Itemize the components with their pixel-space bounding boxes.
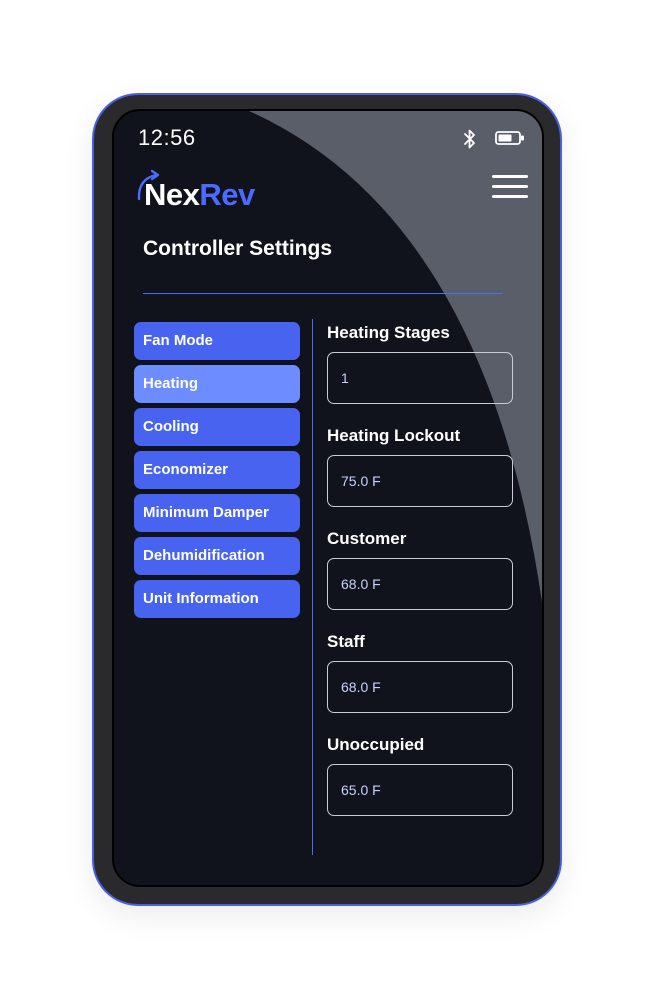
phone-frame: 12:56 NexRev Controller Settings Fan Mod… [92, 93, 562, 906]
brand-wordmark: NexRev [144, 177, 255, 213]
sidebar-item-heating[interactable]: Heating [134, 365, 300, 403]
staff-field[interactable]: 68.0 F [327, 661, 513, 713]
brand-name-part2: Rev [199, 177, 255, 212]
sidebar-item-dehumidification[interactable]: Dehumidification [134, 537, 300, 575]
heating-stages-field[interactable]: 1 [327, 352, 513, 404]
sidebar-item-cooling[interactable]: Cooling [134, 408, 300, 446]
sidebar-item-unit-information[interactable]: Unit Information [134, 580, 300, 618]
bluetooth-icon [464, 129, 475, 149]
battery-icon [495, 131, 524, 145]
settings-sidebar: Fan Mode Heating Cooling Economizer Mini… [134, 322, 300, 623]
heating-settings-form: Heating Stages 1 Heating Lockout 75.0 F … [327, 321, 517, 836]
staff-label: Staff [327, 632, 365, 651]
unoccupied-field[interactable]: 65.0 F [327, 764, 513, 816]
unoccupied-label: Unoccupied [327, 735, 425, 754]
sidebar-item-fan-mode[interactable]: Fan Mode [134, 322, 300, 360]
phone-screen: 12:56 NexRev Controller Settings Fan Mod… [112, 109, 544, 887]
hamburger-menu-icon[interactable] [490, 173, 530, 201]
status-time: 12:56 [138, 125, 196, 150]
heating-lockout-label: Heating Lockout [327, 426, 461, 445]
brand-logo: NexRev [134, 167, 274, 217]
brand-name-part1: Nex [144, 177, 200, 212]
sidebar-item-economizer[interactable]: Economizer [134, 451, 300, 489]
page-title: Controller Settings [143, 237, 333, 260]
sidebar-item-minimum-damper[interactable]: Minimum Damper [134, 494, 300, 532]
heating-stages-label: Heating Stages [327, 323, 450, 342]
title-divider [143, 293, 503, 294]
customer-field[interactable]: 68.0 F [327, 558, 513, 610]
customer-label: Customer [327, 529, 407, 548]
heating-lockout-field[interactable]: 75.0 F [327, 455, 513, 507]
panel-divider [312, 319, 313, 855]
